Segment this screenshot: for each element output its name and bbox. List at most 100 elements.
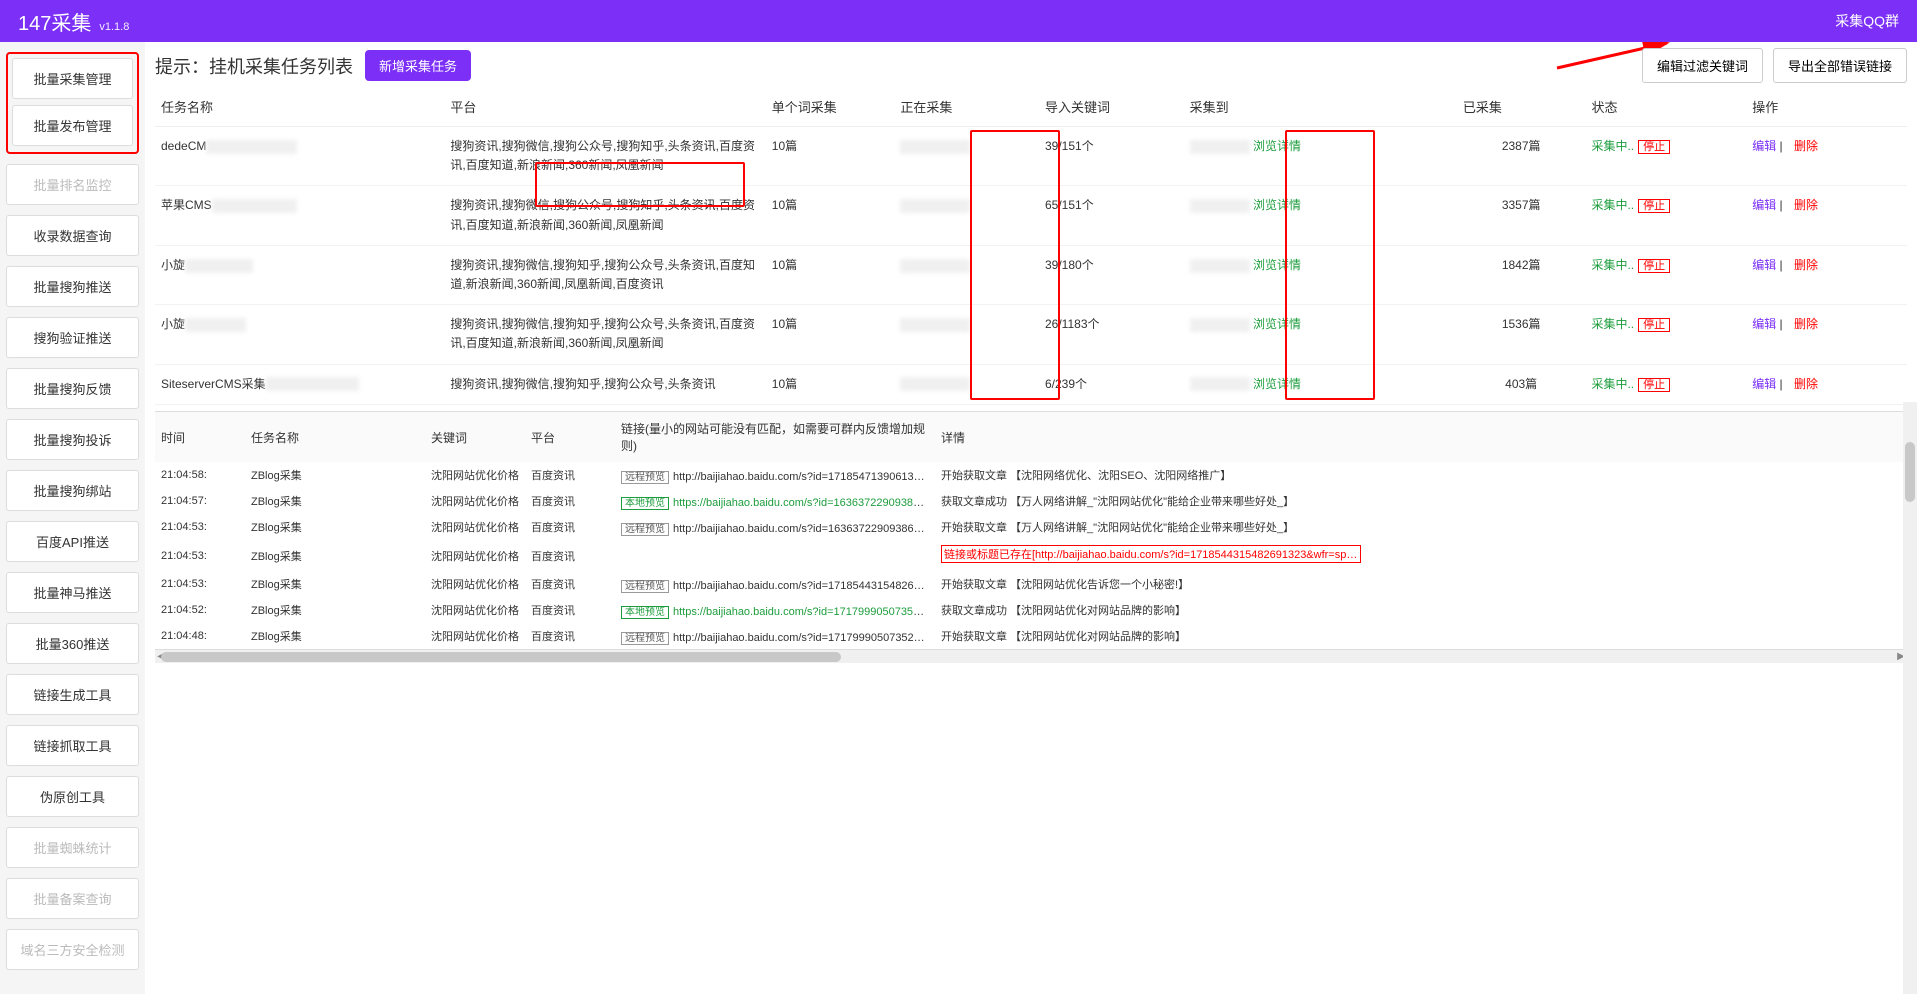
local-badge[interactable]: 本地预览 (621, 606, 669, 619)
task-col-7: 状态 (1585, 87, 1746, 127)
log-url (615, 540, 935, 571)
task-status: 采集中..停止 (1585, 245, 1746, 304)
log-keyword: 沈阳网站优化价格 (425, 597, 525, 623)
sidebar-item-8[interactable]: 批量神马推送 (6, 572, 139, 613)
log-keyword: 沈阳网站优化价格 (425, 488, 525, 514)
sidebar-item-publish-manage[interactable]: 批量发布管理 (12, 105, 133, 146)
detail-link[interactable]: 浏览详情 (1253, 377, 1301, 391)
task-row: dedeCM搜狗资讯,搜狗微信,搜狗公众号,搜狗知乎,头条资讯,百度资讯,百度知… (155, 127, 1907, 186)
task-col-0: 任务名称 (155, 87, 444, 127)
log-table: 时间任务名称关键词平台链接(量小的网站可能没有匹配，如需要可群内反馈增加规则)详… (155, 412, 1907, 649)
detail-link[interactable]: 浏览详情 (1253, 198, 1301, 212)
sidebar: 批量采集管理 批量发布管理 批量排名监控收录数据查询批量搜狗推送搜狗验证推送批量… (0, 42, 145, 994)
log-task: ZBlog采集 (245, 514, 425, 540)
remote-badge[interactable]: 远程预览 (621, 580, 669, 593)
stop-button[interactable]: 停止 (1638, 378, 1670, 392)
sidebar-item-1[interactable]: 收录数据查询 (6, 215, 139, 256)
sidebar-item-10[interactable]: 链接生成工具 (6, 674, 139, 715)
task-collected: 1536篇 (1457, 305, 1586, 364)
sidebar-item-9[interactable]: 批量360推送 (6, 623, 139, 664)
log-row: 21:04:52:ZBlog采集沈阳网站优化价格百度资讯本地预览https://… (155, 597, 1907, 623)
delete-button[interactable]: 删除 (1794, 377, 1818, 391)
log-row: 21:04:57:ZBlog采集沈阳网站优化价格百度资讯本地预览https://… (155, 488, 1907, 514)
stop-button[interactable]: 停止 (1638, 140, 1670, 154)
sidebar-item-6[interactable]: 批量搜狗绑站 (6, 470, 139, 511)
remote-badge[interactable]: 远程预览 (621, 632, 669, 645)
sidebar-highlight-group: 批量采集管理 批量发布管理 (6, 52, 139, 154)
sidebar-item-3[interactable]: 搜狗验证推送 (6, 317, 139, 358)
detail-link[interactable]: 浏览详情 (1253, 258, 1301, 272)
task-col-3: 正在采集 (894, 87, 1039, 127)
task-name: dedeCM (161, 137, 206, 156)
delete-button[interactable]: 删除 (1794, 198, 1818, 212)
log-task: ZBlog采集 (245, 540, 425, 571)
sidebar-item-12[interactable]: 伪原创工具 (6, 776, 139, 817)
task-row: 苹果CMS搜狗资讯,搜狗微信,搜狗公众号,搜狗知乎,头条资讯,百度资讯,百度知道… (155, 186, 1907, 245)
log-row: 21:04:53:ZBlog采集沈阳网站优化价格百度资讯远程预览http://b… (155, 571, 1907, 597)
export-errors-button[interactable]: 导出全部错误链接 (1773, 48, 1907, 83)
task-collected: 3357篇 (1457, 186, 1586, 245)
edit-button[interactable]: 编辑 (1752, 139, 1776, 153)
stop-button[interactable]: 停止 (1638, 199, 1670, 213)
sidebar-item-7[interactable]: 百度API推送 (6, 521, 139, 562)
log-platform: 百度资讯 (525, 514, 615, 540)
delete-button[interactable]: 删除 (1794, 139, 1818, 153)
remote-badge[interactable]: 远程预览 (621, 523, 669, 536)
qq-group-link[interactable]: 采集QQ群 (1835, 13, 1899, 29)
add-task-button[interactable]: 新增采集任务 (365, 50, 471, 81)
log-detail: 开始获取文章 【万人网络讲解_"沈阳网站优化"能给企业带来哪些好处_】 (935, 514, 1907, 540)
local-badge[interactable]: 本地预览 (621, 497, 669, 510)
task-table: 任务名称平台单个词采集正在采集导入关键词采集到已采集状态操作 dedeCM搜狗资… (155, 87, 1907, 405)
task-collectto: 浏览详情 (1184, 245, 1457, 304)
sidebar-item-collect-manage[interactable]: 批量采集管理 (12, 58, 133, 99)
sidebar-item-11[interactable]: 链接抓取工具 (6, 725, 139, 766)
scroll-thumb-v[interactable] (1905, 442, 1915, 502)
log-time: 21:04:53: (155, 514, 245, 540)
edit-filter-button[interactable]: 编辑过滤关键词 (1642, 48, 1763, 83)
task-single: 10篇 (766, 186, 895, 245)
edit-button[interactable]: 编辑 (1752, 317, 1776, 331)
log-col-2: 关键词 (425, 412, 525, 462)
edit-button[interactable]: 编辑 (1752, 198, 1776, 212)
task-single: 10篇 (766, 245, 895, 304)
stop-button[interactable]: 停止 (1638, 259, 1670, 273)
horizontal-scrollbar[interactable]: ◀ ▶ (155, 649, 1907, 663)
task-col-6: 已采集 (1457, 87, 1586, 127)
task-name: 小旋 (161, 256, 185, 275)
log-detail: 链接或标题已存在[http://baijiahao.baidu.com/s?id… (935, 540, 1907, 571)
log-col-4: 链接(量小的网站可能没有匹配，如需要可群内反馈增加规则) (615, 412, 935, 462)
sidebar-item-13: 批量蜘蛛统计 (6, 827, 139, 868)
log-url: 远程预览http://baijiahao.baidu.com/s?id=1717… (615, 623, 935, 649)
delete-button[interactable]: 删除 (1794, 258, 1818, 272)
edit-button[interactable]: 编辑 (1752, 258, 1776, 272)
delete-button[interactable]: 删除 (1794, 317, 1818, 331)
task-col-8: 操作 (1746, 87, 1907, 127)
task-col-1: 平台 (444, 87, 765, 127)
edit-button[interactable]: 编辑 (1752, 377, 1776, 391)
task-single: 10篇 (766, 127, 895, 186)
sidebar-item-4[interactable]: 批量搜狗反馈 (6, 368, 139, 409)
stop-button[interactable]: 停止 (1638, 318, 1670, 332)
task-keywords: 39/151个 (1039, 127, 1184, 186)
sidebar-item-14: 批量备案查询 (6, 878, 139, 919)
task-collectto: 浏览详情 (1184, 127, 1457, 186)
log-detail: 获取文章成功 【万人网络讲解_"沈阳网站优化"能给企业带来哪些好处_】 (935, 488, 1907, 514)
task-collectto: 浏览详情 (1184, 186, 1457, 245)
vertical-scrollbar[interactable] (1903, 402, 1917, 994)
task-platform: 搜狗资讯,搜狗微信,搜狗公众号,搜狗知乎,头条资讯,百度资讯,百度知道,新浪新闻… (444, 186, 765, 245)
log-detail: 开始获取文章 【沈阳网站优化对网站品牌的影响】 (935, 623, 1907, 649)
log-detail: 开始获取文章 【沈阳网站优化告诉您一个小秘密!】 (935, 571, 1907, 597)
sidebar-item-5[interactable]: 批量搜狗投诉 (6, 419, 139, 460)
app-title: 147采集 (18, 7, 91, 36)
sidebar-item-2[interactable]: 批量搜狗推送 (6, 266, 139, 307)
log-keyword: 沈阳网站优化价格 (425, 462, 525, 488)
remote-badge[interactable]: 远程预览 (621, 471, 669, 484)
log-keyword: 沈阳网站优化价格 (425, 514, 525, 540)
task-col-4: 导入关键词 (1039, 87, 1184, 127)
detail-link[interactable]: 浏览详情 (1253, 139, 1301, 153)
log-keyword: 沈阳网站优化价格 (425, 571, 525, 597)
task-name: 小旋 (161, 315, 185, 334)
log-row: 21:04:53:ZBlog采集沈阳网站优化价格百度资讯链接或标题已存在[htt… (155, 540, 1907, 571)
detail-link[interactable]: 浏览详情 (1253, 317, 1301, 331)
scroll-thumb[interactable] (161, 652, 841, 662)
